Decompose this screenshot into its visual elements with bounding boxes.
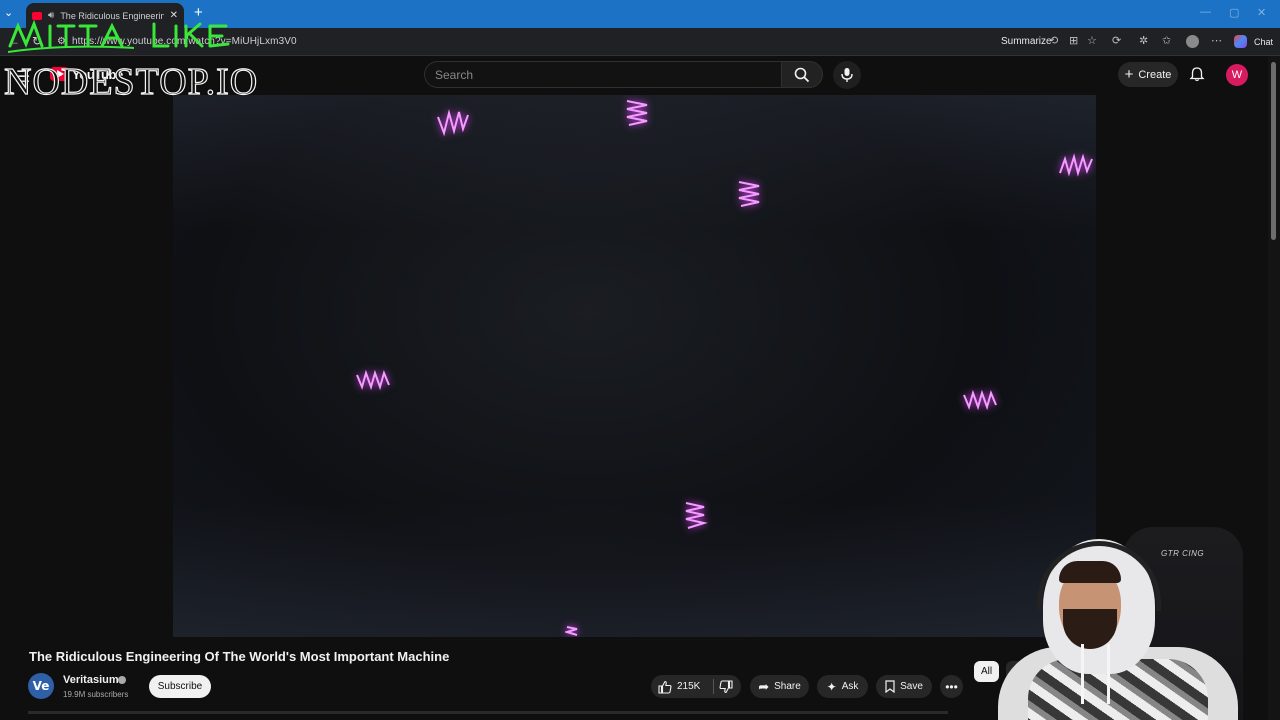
bookmark-icon (885, 680, 895, 693)
hoodie-string (1107, 644, 1110, 704)
subscribe-button[interactable]: Subscribe (149, 675, 211, 698)
video-vignette (173, 95, 1096, 637)
favorites-icon[interactable]: ✩ (1162, 34, 1171, 47)
maximize-icon[interactable]: ▢ (1229, 6, 1239, 19)
voice-search-button[interactable] (833, 61, 861, 89)
chat-button[interactable]: Chat (1254, 37, 1273, 47)
create-label: Create (1138, 68, 1172, 81)
glowing-spring-shape (738, 181, 760, 207)
glowing-spring-shape (565, 626, 578, 636)
share-arrow-icon: ➦ (758, 678, 770, 694)
sparkle-icon: ✦ (826, 679, 837, 694)
thumbs-down-icon[interactable] (719, 680, 733, 694)
search-button[interactable] (781, 61, 823, 88)
glowing-spring-shape (963, 389, 997, 411)
ask-button[interactable]: ✦ Ask (817, 675, 868, 698)
bookmark-star-icon[interactable]: ☆ (1087, 34, 1097, 47)
notifications-bell-icon[interactable] (1189, 66, 1205, 82)
like-count[interactable]: 215K (677, 681, 700, 692)
video-player[interactable] (173, 95, 1096, 637)
save-label: Save (900, 681, 923, 692)
glowing-spring-shape (1059, 153, 1093, 177)
summarize-icon[interactable]: ⟲ (1049, 34, 1058, 47)
channel-avatar[interactable]: Ve (28, 673, 54, 699)
streamer-webcam-overlay: GTR CING (973, 519, 1268, 720)
verified-badge-icon (118, 676, 126, 684)
profile-avatar-icon[interactable] (1186, 35, 1199, 48)
minimize-icon[interactable]: — (1200, 6, 1211, 18)
extensions-grid-icon[interactable]: ⊞ (1069, 34, 1078, 47)
more-menu-icon[interactable]: ⋯ (1211, 34, 1222, 47)
glowing-spring-shape (356, 369, 390, 391)
copilot-chat-icon[interactable] (1234, 35, 1247, 48)
hoodie-string (1081, 644, 1084, 704)
user-avatar[interactable]: W (1226, 64, 1248, 86)
save-button[interactable]: Save (876, 675, 932, 698)
microphone-icon (841, 68, 853, 82)
glowing-spring-shape (437, 109, 469, 137)
create-button[interactable]: + Create (1118, 62, 1178, 87)
stream-brand-overlay: NODESTOP.IO (3, 60, 259, 103)
search-icon (794, 67, 810, 83)
close-window-icon[interactable]: ✕ (1257, 6, 1266, 19)
more-dots-icon: ••• (945, 679, 958, 694)
summarize-button[interactable]: Summarize (1001, 36, 1052, 47)
handwritten-scribble-overlay (7, 19, 230, 53)
thumbs-up-icon[interactable] (658, 680, 672, 694)
search-placeholder: Search (435, 68, 474, 82)
extension-icon[interactable]: ✲ (1139, 34, 1148, 47)
like-divider (713, 679, 714, 694)
ask-label: Ask (841, 681, 859, 692)
more-actions-button[interactable]: ••• (940, 675, 963, 698)
subscriber-count: 19.9M subscribers (63, 690, 129, 699)
description-box-edge (28, 711, 948, 714)
plus-icon: + (1124, 65, 1134, 83)
channel-name[interactable]: Veritasium (63, 674, 119, 686)
glowing-spring-shape (626, 100, 648, 126)
search-input[interactable]: Search (424, 61, 781, 88)
share-label: Share (774, 681, 801, 692)
chair-logo-text: GTR CING (1161, 549, 1205, 558)
share-button[interactable]: ➦ Share (750, 675, 809, 698)
scrollbar-thumb[interactable] (1271, 62, 1276, 240)
glowing-spring-shape (685, 502, 708, 529)
refresh-extension-icon[interactable]: ⟳ (1112, 34, 1121, 47)
video-title: The Ridiculous Engineering Of The World'… (29, 649, 450, 664)
